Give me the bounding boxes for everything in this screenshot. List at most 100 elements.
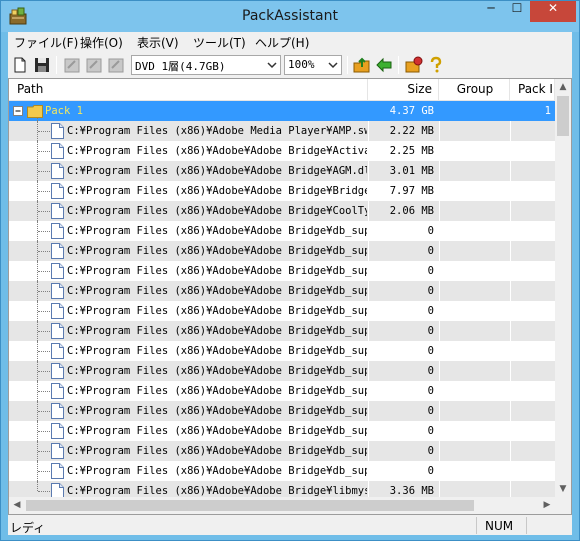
- file-size: 2.22 MB: [389, 125, 434, 137]
- pack-number: 1: [544, 105, 551, 117]
- pack-edit-icon[interactable]: [62, 55, 82, 75]
- column-divider: [368, 221, 369, 241]
- column-divider: [510, 261, 511, 281]
- help-icon[interactable]: [426, 55, 446, 75]
- file-row[interactable]: C:¥Program Files (x86)¥Adobe¥Adobe Bridg…: [9, 161, 555, 181]
- collapse-icon[interactable]: [13, 106, 23, 116]
- tree-branch: [38, 271, 50, 272]
- column-divider: [439, 161, 440, 181]
- scroll-right-icon[interactable]: ▶: [539, 497, 555, 514]
- menu-help[interactable]: ヘルプ(H): [255, 34, 309, 51]
- file-row[interactable]: C:¥Program Files (x86)¥Adobe Media Playe…: [9, 121, 555, 141]
- pack-delete-icon[interactable]: [106, 55, 126, 75]
- file-row[interactable]: C:¥Program Files (x86)¥Adobe¥Adobe Bridg…: [9, 221, 555, 241]
- pack-row[interactable]: Pack 1 4.37 GB 1: [9, 101, 555, 121]
- file-size: 0: [427, 305, 434, 317]
- file-size: 3.01 MB: [389, 165, 434, 177]
- pack-group: [439, 101, 509, 121]
- menu-operation[interactable]: 操作(O): [80, 34, 123, 51]
- column-header-pack[interactable]: Pack I: [510, 79, 555, 101]
- save-icon[interactable]: [32, 55, 52, 75]
- file-icon: [51, 363, 64, 379]
- column-divider: [368, 201, 369, 221]
- scroll-up-icon[interactable]: ▲: [555, 79, 571, 95]
- tree-branch: [38, 391, 50, 392]
- file-path: C:¥Program Files (x86)¥Adobe¥Adobe Bridg…: [67, 425, 367, 437]
- file-row[interactable]: C:¥Program Files (x86)¥Adobe¥Adobe Bridg…: [9, 381, 555, 401]
- chevron-down-icon: [267, 62, 277, 69]
- file-path: C:¥Program Files (x86)¥Adobe¥Adobe Bridg…: [67, 365, 367, 377]
- file-row[interactable]: C:¥Program Files (x86)¥Adobe¥Adobe Bridg…: [9, 341, 555, 361]
- file-row[interactable]: C:¥Program Files (x86)¥Adobe¥Adobe Bridg…: [9, 401, 555, 421]
- scroll-down-icon[interactable]: ▼: [555, 481, 571, 497]
- toolbar-separator: [398, 56, 399, 74]
- column-divider: [439, 381, 440, 401]
- file-size: 0: [427, 325, 434, 337]
- new-document-icon[interactable]: [10, 55, 30, 75]
- file-icon: [51, 303, 64, 319]
- close-button[interactable]: ✕: [530, 1, 576, 22]
- column-header-size[interactable]: Size: [368, 79, 439, 101]
- tree-branch: [38, 171, 50, 172]
- tree-branch: [38, 191, 50, 192]
- column-divider: [368, 161, 369, 181]
- column-header-group[interactable]: Group: [439, 79, 510, 101]
- menu-tools[interactable]: ツール(T): [193, 34, 246, 51]
- file-row[interactable]: C:¥Program Files (x86)¥Adobe¥Adobe Bridg…: [9, 141, 555, 161]
- column-divider: [439, 301, 440, 321]
- column-divider: [439, 281, 440, 301]
- file-path: C:¥Program Files (x86)¥Adobe¥Adobe Bridg…: [67, 265, 367, 277]
- column-divider: [510, 361, 511, 381]
- arrow-left-icon[interactable]: [374, 55, 394, 75]
- file-row[interactable]: C:¥Program Files (x86)¥Adobe¥Adobe Bridg…: [9, 281, 555, 301]
- file-path: C:¥Program Files (x86)¥Adobe¥Adobe Bridg…: [67, 385, 367, 397]
- column-divider: [510, 241, 511, 261]
- file-size: 0: [427, 225, 434, 237]
- file-row[interactable]: C:¥Program Files (x86)¥Adobe¥Adobe Bridg…: [9, 201, 555, 221]
- folder-up-icon[interactable]: [352, 55, 372, 75]
- file-path: C:¥Program Files (x86)¥Adobe¥Adobe Bridg…: [67, 145, 367, 157]
- tree-branch: [38, 291, 50, 292]
- tree-branch: [38, 491, 50, 492]
- column-divider: [439, 421, 440, 441]
- file-row[interactable]: C:¥Program Files (x86)¥Adobe¥Adobe Bridg…: [9, 461, 555, 481]
- file-row[interactable]: C:¥Program Files (x86)¥Adobe¥Adobe Bridg…: [9, 181, 555, 201]
- column-header-path[interactable]: Path: [9, 79, 368, 101]
- maximize-icon: ☐: [511, 1, 523, 15]
- pack-settings-icon[interactable]: [404, 55, 424, 75]
- file-row[interactable]: C:¥Program Files (x86)¥Adobe¥Adobe Bridg…: [9, 241, 555, 261]
- file-list-view[interactable]: Path Size Group Pack I Pack 1 4.37 GB 1 …: [8, 78, 572, 515]
- column-divider: [510, 461, 511, 481]
- scroll-left-icon[interactable]: ◀: [9, 497, 25, 514]
- media-type-select[interactable]: DVD 1層(4.7GB): [131, 55, 281, 75]
- file-row[interactable]: C:¥Program Files (x86)¥Adobe¥Adobe Bridg…: [9, 261, 555, 281]
- file-size: 0: [427, 385, 434, 397]
- file-row[interactable]: C:¥Program Files (x86)¥Adobe¥Adobe Bridg…: [9, 421, 555, 441]
- file-icon: [51, 143, 64, 159]
- file-row[interactable]: C:¥Program Files (x86)¥Adobe¥Adobe Bridg…: [9, 441, 555, 461]
- column-divider: [439, 321, 440, 341]
- menu-view[interactable]: 表示(V): [137, 34, 179, 51]
- file-row[interactable]: C:¥Program Files (x86)¥Adobe¥Adobe Bridg…: [9, 481, 555, 497]
- status-pane-empty: [526, 517, 572, 534]
- file-row[interactable]: C:¥Program Files (x86)¥Adobe¥Adobe Bridg…: [9, 361, 555, 381]
- menu-file[interactable]: ファイル(F): [14, 34, 78, 51]
- title-bar[interactable]: PackAssistant ─ ☐ ✕: [1, 1, 579, 32]
- horizontal-scrollbar[interactable]: ◀ ▶: [9, 497, 555, 514]
- horizontal-scroll-thumb[interactable]: [26, 500, 474, 511]
- file-size: 0: [427, 445, 434, 457]
- zoom-select[interactable]: 100%: [284, 55, 342, 75]
- vertical-scrollbar[interactable]: ▲ ▼: [555, 79, 571, 497]
- tree-branch: [38, 471, 50, 472]
- pack-copy-icon[interactable]: [84, 55, 104, 75]
- file-icon: [51, 223, 64, 239]
- minimize-button[interactable]: ─: [478, 1, 504, 22]
- file-row[interactable]: C:¥Program Files (x86)¥Adobe¥Adobe Bridg…: [9, 321, 555, 341]
- file-row[interactable]: C:¥Program Files (x86)¥Adobe¥Adobe Bridg…: [9, 301, 555, 321]
- file-size: 0: [427, 425, 434, 437]
- maximize-button[interactable]: ☐: [504, 1, 530, 22]
- tree-branch: [38, 331, 50, 332]
- vertical-scroll-thumb[interactable]: [557, 96, 569, 136]
- column-divider: [439, 461, 440, 481]
- file-path: C:¥Program Files (x86)¥Adobe¥Adobe Bridg…: [67, 445, 367, 457]
